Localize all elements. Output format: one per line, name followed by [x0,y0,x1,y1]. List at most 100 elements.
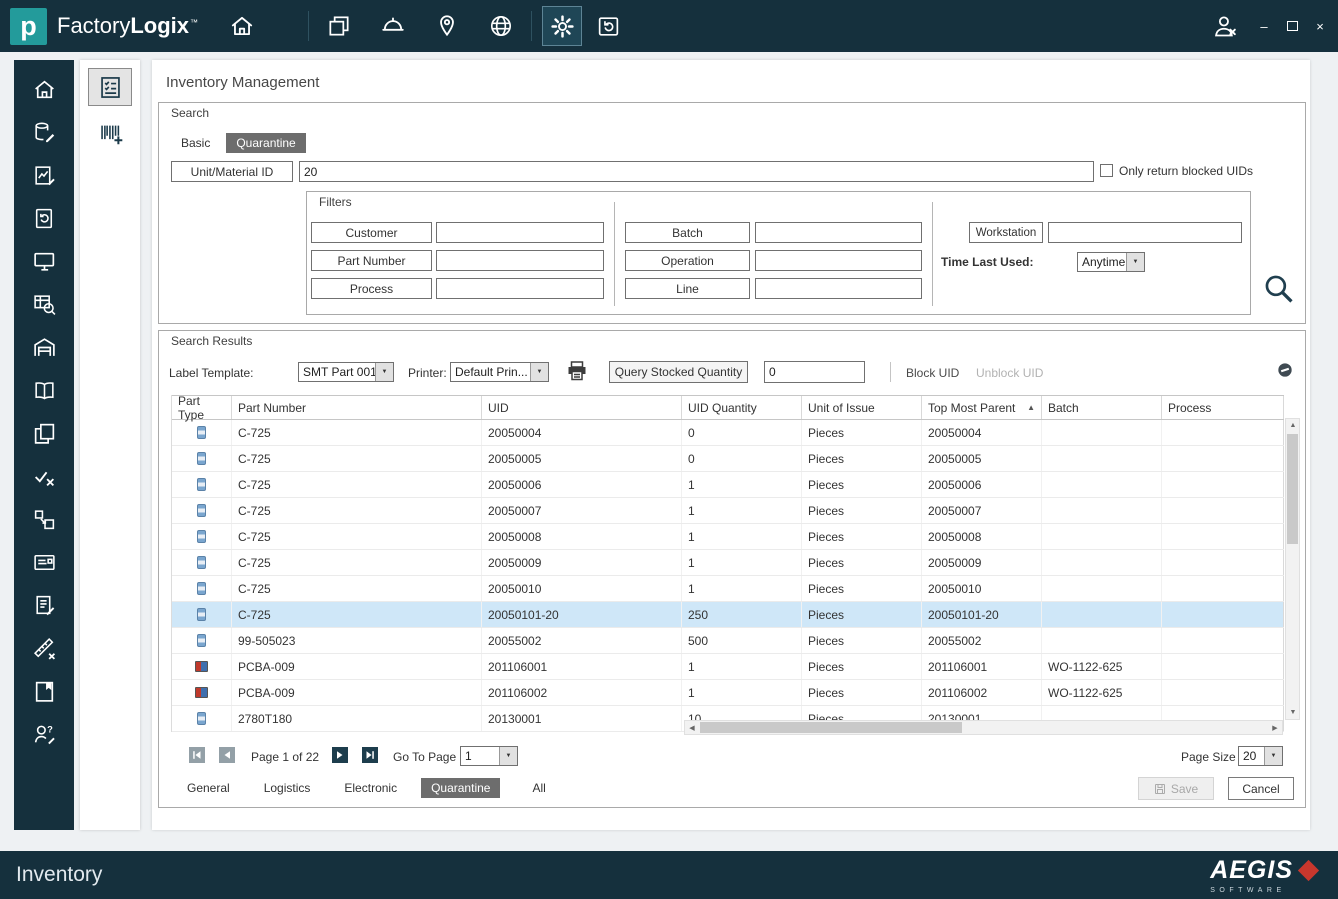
batch-filter-button[interactable]: Batch [625,222,750,243]
scroll-up-icon[interactable]: ▲ [1286,419,1300,432]
printer-select[interactable]: Default Prin...▼ [450,362,549,382]
workstation-filter-button[interactable]: Workstation [969,222,1043,243]
sidebar-item-warehouse[interactable] [22,330,66,364]
dome-icon[interactable] [373,6,413,46]
operation-filter-button[interactable]: Operation [625,250,750,271]
table-row[interactable]: C-725200500101Pieces20050010 [172,576,1284,602]
column-header-uid[interactable]: UID [482,396,682,419]
vertical-scrollbar[interactable]: ▲ ▼ [1285,418,1300,720]
first-page-button[interactable] [189,747,205,763]
sidebar-item-revision-history[interactable] [22,201,66,235]
next-page-button[interactable] [332,747,348,763]
sidebar-item-design-tools[interactable] [22,631,66,665]
minimize-button[interactable]: – [1256,18,1272,34]
tab-electronic[interactable]: Electronic [334,778,407,798]
table-row[interactable]: C-725200500040Pieces20050004 [172,420,1284,446]
column-header-process[interactable]: Process [1162,396,1284,419]
sidebar-item-production-client[interactable] [22,244,66,278]
blocked-uids-checkbox[interactable] [1100,164,1113,177]
sidebar-item-operator-support[interactable]: ? [22,717,66,751]
tab-all[interactable]: All [522,778,555,798]
part-number-filter-button[interactable]: Part Number [311,250,432,271]
table-row[interactable]: C-725200500071Pieces20050007 [172,498,1284,524]
last-page-button[interactable] [362,747,378,763]
sidebar-item-product-engineering[interactable] [22,158,66,192]
sidebar-item-id-card[interactable] [22,545,66,579]
scroll-down-icon[interactable]: ▼ [1286,706,1300,719]
history-icon[interactable] [588,6,628,46]
table-row[interactable]: C-72520050101-20250Pieces20050101-20 [172,602,1284,628]
line-filter-button[interactable]: Line [625,278,750,299]
globe-icon[interactable] [481,6,521,46]
operation-filter-input[interactable] [755,250,922,271]
column-header-batch[interactable]: Batch [1042,396,1162,419]
tab-quarantine-search[interactable]: Quarantine [226,133,305,153]
vertical-scroll-thumb[interactable] [1287,434,1298,544]
maximize-button[interactable] [1284,18,1300,34]
unit-material-id-input[interactable] [299,161,1094,182]
time-last-used-select[interactable]: Anytime▼ [1077,252,1145,272]
location-pin-icon[interactable] [427,6,467,46]
tab-logistics[interactable]: Logistics [254,778,321,798]
unit-material-id-button[interactable]: Unit/Material ID [171,161,293,182]
column-header-top-most-parent[interactable]: Top Most Parent▲ [922,396,1042,419]
stocked-quantity-input[interactable] [764,361,865,383]
table-row[interactable]: C-725200500081Pieces20050008 [172,524,1284,550]
batch-filter-input[interactable] [755,222,922,243]
sidebar-item-home[interactable] [22,72,66,106]
column-header-part-type[interactable]: Part Type [172,396,232,419]
process-filter-input[interactable] [436,278,604,299]
workstation-filter-input[interactable] [1048,222,1242,243]
print-button[interactable] [565,359,589,383]
horizontal-scrollbar[interactable]: ◀ ▶ [684,720,1283,735]
part-number-filter-input[interactable] [436,250,604,271]
monitor-icon [32,249,57,274]
save-button[interactable]: Save [1138,777,1214,800]
tab-general[interactable]: General [177,778,240,798]
close-button[interactable]: × [1312,18,1328,34]
label-template-select[interactable]: SMT Part 001▼ [298,362,394,382]
table-row[interactable]: C-725200500061Pieces20050006 [172,472,1284,498]
goto-page-select[interactable]: 1▼ [460,746,518,766]
table-row[interactable]: C-725200500091Pieces20050009 [172,550,1284,576]
settings-gear-icon[interactable] [542,6,582,46]
tab-quarantine[interactable]: Quarantine [421,778,500,798]
column-header-unit-of-issue[interactable]: Unit of Issue [802,396,922,419]
sidebar-item-documentation[interactable] [22,373,66,407]
previous-page-button[interactable] [219,747,235,763]
block-uid-button[interactable]: Block UID [906,366,959,380]
customer-filter-input[interactable] [436,222,604,243]
toolbox-item-inventory-list[interactable] [88,68,132,106]
page-size-select[interactable]: 20▼ [1238,746,1283,766]
user-signout-icon[interactable] [1204,6,1244,46]
line-filter-input[interactable] [755,278,922,299]
unblock-uid-button[interactable]: Unblock UID [976,366,1043,380]
query-stocked-quantity-button[interactable]: Query Stocked Quantity [609,361,748,383]
search-button[interactable] [1261,271,1295,305]
sidebar-item-lot-trace-query[interactable] [22,287,66,321]
horizontal-scroll-thumb[interactable] [700,722,962,733]
sidebar-item-data-management[interactable] [22,115,66,149]
column-header-uid-quantity[interactable]: UID Quantity [682,396,802,419]
home-icon[interactable] [222,6,262,46]
book-icon [32,378,57,403]
sidebar-item-copy-templates[interactable] [22,416,66,450]
column-header-part-number[interactable]: Part Number [232,396,482,419]
tab-basic[interactable]: Basic [171,133,220,153]
table-row[interactable]: PCBA-0092011060021Pieces201106002WO-1122… [172,680,1284,706]
customer-filter-button[interactable]: Customer [311,222,432,243]
process-filter-button[interactable]: Process [311,278,432,299]
table-row[interactable]: C-725200500050Pieces20050005 [172,446,1284,472]
sidebar-item-material-transfer[interactable] [22,502,66,536]
table-row[interactable]: PCBA-0092011060011Pieces201106001WO-1122… [172,654,1284,680]
toolbox-item-barcode-add[interactable] [88,114,132,152]
scroll-left-icon[interactable]: ◀ [685,721,699,734]
cancel-button[interactable]: Cancel [1228,777,1294,800]
sidebar-item-verification[interactable] [22,459,66,493]
sidebar-item-packaging[interactable] [22,674,66,708]
sidebar-item-work-instructions[interactable] [22,588,66,622]
scroll-right-icon[interactable]: ▶ [1268,721,1282,734]
layers-icon[interactable] [319,6,359,46]
block-indicator-icon[interactable] [1277,362,1293,378]
table-row[interactable]: 99-50502320055002500Pieces20055002 [172,628,1284,654]
